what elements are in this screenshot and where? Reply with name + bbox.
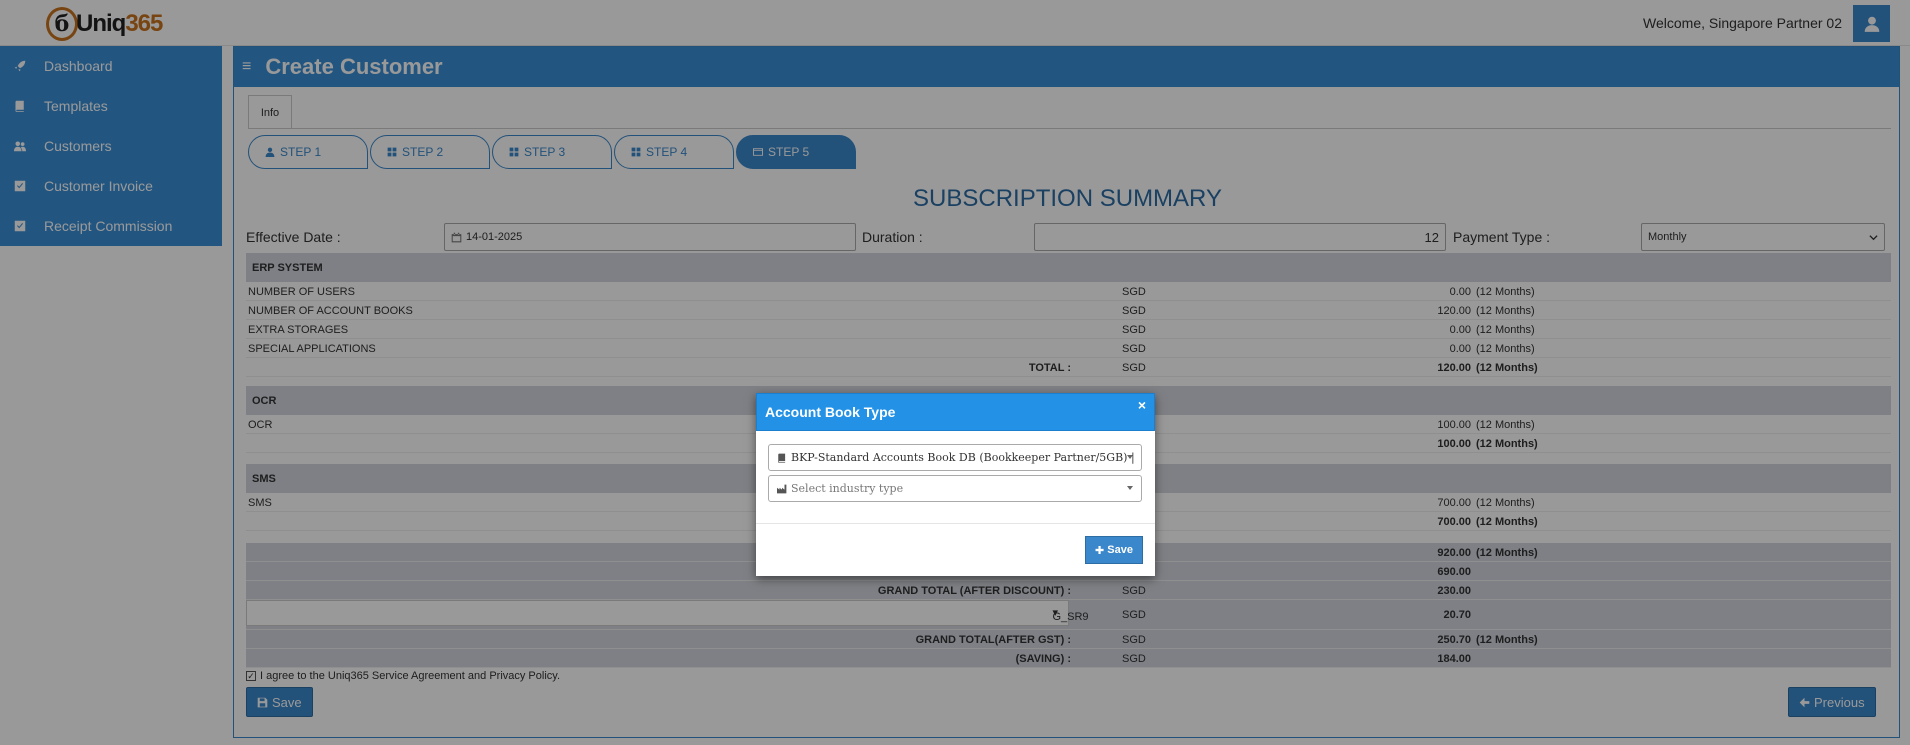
modal-title: Account Book Type (765, 404, 896, 420)
account-book-type-modal: Account Book Type × BKP-Standard Account… (756, 393, 1155, 576)
book-type-select[interactable]: BKP-Standard Accounts Book DB (Bookkeepe… (768, 444, 1142, 471)
modal-backdrop[interactable] (0, 0, 1910, 745)
plus-icon: ✚ (1095, 544, 1105, 557)
close-icon[interactable]: × (1138, 397, 1146, 413)
book-icon (778, 453, 786, 463)
modal-divider (756, 523, 1155, 524)
modal-header: Account Book Type × (756, 393, 1155, 431)
modal-save-button[interactable]: ✚ Save (1085, 536, 1143, 564)
industry-type-select[interactable]: Select industry type (768, 475, 1142, 502)
chevron-down-icon (1127, 455, 1133, 459)
industry-icon (777, 484, 787, 493)
chevron-down-icon (1127, 486, 1133, 490)
